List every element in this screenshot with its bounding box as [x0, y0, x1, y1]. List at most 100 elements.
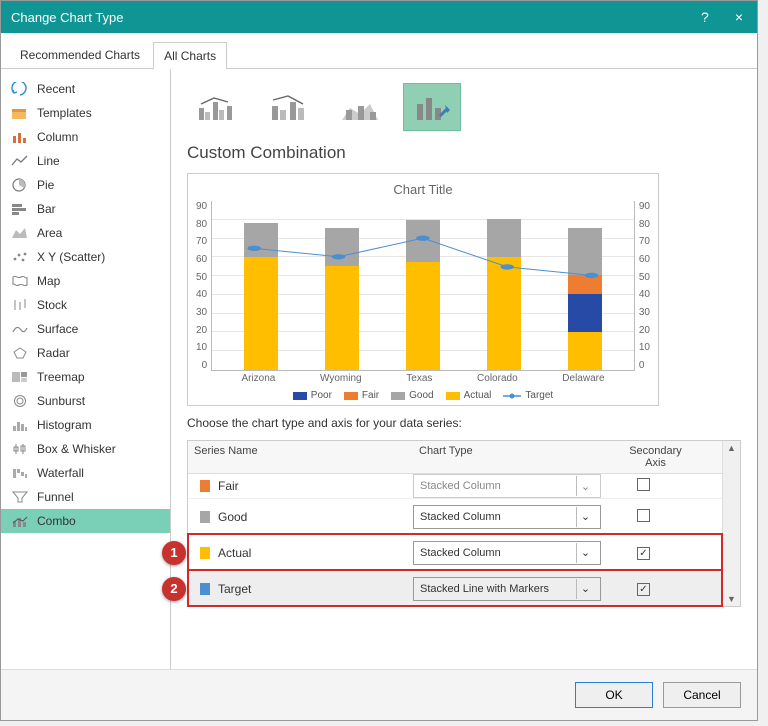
content-pane: Custom Combination Chart Title 908070605… — [171, 69, 757, 669]
tab-all-charts[interactable]: All Charts — [153, 42, 227, 69]
titlebar: Change Chart Type ? × — [1, 1, 757, 33]
sidebar-item-column[interactable]: Column — [1, 125, 170, 149]
sidebar-item-waterfall[interactable]: Waterfall — [1, 461, 170, 485]
header-series-name: Series Name — [188, 441, 413, 473]
pie-icon — [11, 178, 29, 192]
y-axis-right: 9080706050403020100 — [635, 201, 650, 371]
help-button[interactable]: ? — [697, 9, 713, 25]
sidebar-item-label: Surface — [37, 322, 78, 336]
chart-type-dropdown-fair[interactable]: Stacked Column⌄ — [413, 474, 601, 498]
chart-type-dropdown-good[interactable]: Stacked Column⌄ — [413, 505, 601, 529]
tab-recommended-charts[interactable]: Recommended Charts — [9, 41, 151, 68]
series-row-actual: 1 Actual Stacked Column⌄ ✓ — [188, 534, 722, 570]
sidebar-item-bar[interactable]: Bar — [1, 197, 170, 221]
sidebar-item-stock[interactable]: Stock — [1, 293, 170, 317]
sidebar-item-map[interactable]: Map — [1, 269, 170, 293]
radar-icon — [11, 346, 29, 360]
chart-type-dropdown-target[interactable]: Stacked Line with Markers⌄ — [413, 577, 601, 601]
sidebar-item-label: Stock — [37, 298, 67, 312]
sidebar-item-sunburst[interactable]: Sunburst — [1, 389, 170, 413]
combo-type-clustered-line-secondary[interactable] — [259, 83, 317, 131]
series-color-swatch — [200, 547, 210, 559]
funnel-icon — [11, 490, 29, 504]
sidebar-item-label: Column — [37, 130, 78, 144]
series-color-swatch — [200, 511, 210, 523]
scroll-down-icon[interactable]: ▼ — [727, 594, 736, 604]
chart-category-sidebar: Recent Templates Column Line Pie Bar Are… — [1, 69, 171, 669]
sunburst-icon — [11, 394, 29, 408]
callout-1: 1 — [162, 541, 186, 565]
treemap-icon — [11, 370, 29, 384]
combo-icon — [11, 514, 29, 528]
series-table: Series Name Chart Type Secondary Axis Fa… — [187, 440, 741, 607]
series-scrollbar[interactable]: ▲ ▼ — [722, 441, 740, 606]
sidebar-item-line[interactable]: Line — [1, 149, 170, 173]
section-title: Custom Combination — [187, 143, 741, 163]
templates-icon — [11, 106, 29, 120]
sidebar-item-label: Line — [37, 154, 60, 168]
series-row-good: Good Stacked Column⌄ — [188, 498, 722, 534]
bar-texas — [406, 220, 440, 370]
scatter-icon — [11, 250, 29, 264]
secondary-axis-checkbox-fair[interactable] — [637, 478, 650, 491]
sidebar-item-label: Recent — [37, 82, 75, 96]
callout-2: 2 — [162, 577, 186, 601]
sidebar-item-label: Area — [37, 226, 62, 240]
tab-strip: Recommended Charts All Charts — [1, 33, 757, 69]
sidebar-item-boxwhisker[interactable]: Box & Whisker — [1, 437, 170, 461]
sidebar-item-surface[interactable]: Surface — [1, 317, 170, 341]
sidebar-item-label: Histogram — [37, 418, 92, 432]
series-name: Fair — [218, 479, 413, 493]
chart-legend: Poor Fair Good Actual Target — [196, 390, 650, 401]
sidebar-item-funnel[interactable]: Funnel — [1, 485, 170, 509]
chart-preview[interactable]: Chart Title 9080706050403020100 — [187, 173, 659, 406]
waterfall-icon — [11, 466, 29, 480]
y-axis-left: 9080706050403020100 — [196, 201, 211, 371]
ok-button[interactable]: OK — [575, 682, 653, 708]
header-chart-type: Chart Type — [413, 441, 613, 473]
recent-icon — [11, 82, 29, 96]
dialog-footer: OK Cancel — [1, 669, 757, 720]
series-instruction: Choose the chart type and axis for your … — [187, 416, 741, 430]
close-button[interactable]: × — [731, 9, 747, 25]
x-axis: ArizonaWyomingTexasColoradoDelaware — [211, 373, 635, 384]
secondary-axis-checkbox-actual[interactable]: ✓ — [637, 547, 650, 560]
sidebar-item-label: Templates — [37, 106, 92, 120]
cancel-button[interactable]: Cancel — [663, 682, 741, 708]
dialog-title: Change Chart Type — [11, 10, 124, 25]
stock-icon — [11, 298, 29, 312]
sidebar-item-label: Sunburst — [37, 394, 85, 408]
series-color-swatch — [200, 480, 210, 492]
series-name: Good — [218, 510, 413, 524]
series-header: Series Name Chart Type Secondary Axis — [188, 441, 722, 474]
series-row-fair: Fair Stacked Column⌄ — [188, 474, 722, 498]
bar-wyoming — [325, 228, 359, 370]
secondary-axis-checkbox-target[interactable]: ✓ — [637, 583, 650, 596]
scroll-up-icon[interactable]: ▲ — [727, 443, 736, 453]
boxwhisker-icon — [11, 442, 29, 456]
combo-type-custom[interactable] — [403, 83, 461, 131]
series-name: Actual — [218, 546, 413, 560]
sidebar-item-recent[interactable]: Recent — [1, 77, 170, 101]
sidebar-item-templates[interactable]: Templates — [1, 101, 170, 125]
histogram-icon — [11, 418, 29, 432]
combo-type-clustered-line[interactable] — [187, 83, 245, 131]
sidebar-item-scatter[interactable]: X Y (Scatter) — [1, 245, 170, 269]
secondary-axis-checkbox-good[interactable] — [637, 509, 650, 522]
sidebar-item-label: Pie — [37, 178, 54, 192]
sidebar-item-radar[interactable]: Radar — [1, 341, 170, 365]
series-color-swatch — [200, 583, 210, 595]
sidebar-item-pie[interactable]: Pie — [1, 173, 170, 197]
sidebar-item-combo[interactable]: Combo — [1, 509, 170, 533]
change-chart-type-dialog: Change Chart Type ? × Recommended Charts… — [0, 0, 758, 721]
chart-type-dropdown-actual[interactable]: Stacked Column⌄ — [413, 541, 601, 565]
sidebar-item-area[interactable]: Area — [1, 221, 170, 245]
sidebar-item-label: Treemap — [37, 370, 85, 384]
combo-type-stacked-area[interactable] — [331, 83, 389, 131]
sidebar-item-label: Box & Whisker — [37, 442, 116, 456]
bar-delaware — [568, 228, 602, 370]
sidebar-item-histogram[interactable]: Histogram — [1, 413, 170, 437]
plot-area — [211, 201, 635, 371]
sidebar-item-treemap[interactable]: Treemap — [1, 365, 170, 389]
chevron-down-icon: ⌄ — [576, 579, 594, 599]
